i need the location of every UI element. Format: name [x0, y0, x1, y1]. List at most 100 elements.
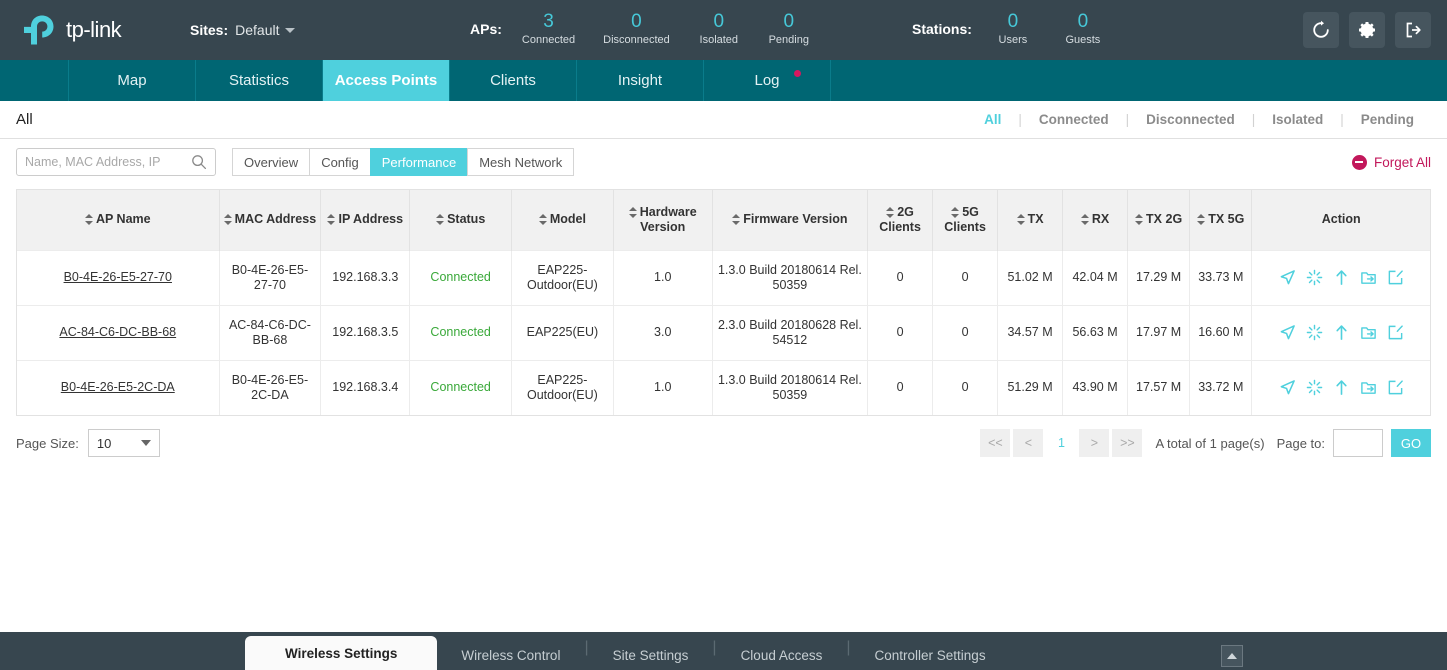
locate-icon[interactable]	[1279, 379, 1296, 396]
page-number-1[interactable]: 1	[1046, 429, 1077, 457]
search-input[interactable]	[25, 155, 191, 169]
search-icon[interactable]	[191, 154, 207, 170]
nav-tab-access-points[interactable]: Access Points	[323, 60, 450, 101]
col-label: TX 2G	[1146, 212, 1183, 227]
forget-all-button[interactable]: Forget All	[1351, 154, 1431, 170]
sort-icon	[84, 214, 93, 226]
tp-link-logo: tp-link	[22, 13, 162, 47]
locate-icon[interactable]	[1279, 269, 1296, 286]
page-go-button[interactable]: GO	[1391, 429, 1431, 457]
locate-icon[interactable]	[1279, 324, 1296, 341]
reboot-icon[interactable]	[1306, 379, 1323, 396]
nav-tab-insight[interactable]: Insight	[577, 60, 704, 101]
page-next-button[interactable]: >	[1079, 429, 1110, 457]
table-row: B0-4E-26-E5-27-70 B0-4E-26-E5-27-70 192.…	[17, 249, 1430, 305]
cell-hw-version: 3.0	[613, 304, 713, 360]
settings-button[interactable]	[1349, 12, 1385, 48]
tp-link-logo-text: tp-link	[66, 17, 122, 42]
sites-label: Sites:	[190, 22, 229, 38]
sort-icon	[538, 214, 547, 226]
bottom-tab-wireless-settings[interactable]: Wireless Settings	[245, 636, 438, 670]
upgrade-icon[interactable]	[1333, 379, 1350, 396]
stat-stations-users[interactable]: 0 Users	[978, 11, 1048, 47]
site-selector[interactable]: Sites: Default	[190, 22, 296, 38]
move-icon[interactable]	[1360, 379, 1377, 396]
col-status[interactable]: Status	[409, 190, 513, 250]
pagination-bar: Page Size: 10 << < 1 > >> A total of 1 p…	[16, 428, 1431, 458]
nav-tab-map[interactable]: Map	[69, 60, 196, 101]
ap-name-link[interactable]: B0-4E-26-E5-27-70	[64, 270, 172, 284]
seg-mesh-network[interactable]: Mesh Network	[467, 148, 575, 176]
expand-panel-button[interactable]	[1221, 645, 1243, 667]
seg-config[interactable]: Config	[309, 148, 370, 176]
logout-button[interactable]	[1395, 12, 1431, 48]
page-to-input[interactable]	[1333, 429, 1383, 457]
col-tx-5g[interactable]: TX 5G	[1189, 190, 1253, 250]
col-hardware-version[interactable]: Hardware Version	[613, 190, 713, 250]
filter-link-connected[interactable]: Connected	[1022, 112, 1126, 127]
filter-link-all[interactable]: All	[967, 112, 1018, 127]
col-tx-2g[interactable]: TX 2G	[1127, 190, 1191, 250]
sort-icon	[436, 214, 445, 226]
cell-tx: 51.02 M	[997, 249, 1064, 305]
chevron-down-icon	[285, 27, 296, 33]
cell-action	[1251, 304, 1430, 360]
seg-performance[interactable]: Performance	[369, 148, 468, 176]
filter-link-isolated[interactable]: Isolated	[1255, 112, 1340, 127]
search-box[interactable]	[16, 148, 216, 176]
stat-caption: Connected	[521, 34, 576, 46]
col-label: TX	[1027, 212, 1044, 227]
cell-2g-clients: 0	[867, 359, 934, 415]
page-size-select[interactable]: 10	[87, 429, 160, 457]
move-icon[interactable]	[1360, 269, 1377, 286]
cell-5g-clients: 0	[932, 304, 999, 360]
edit-icon[interactable]	[1387, 324, 1404, 341]
upgrade-icon[interactable]	[1333, 269, 1350, 286]
page-first-button[interactable]: <<	[980, 429, 1011, 457]
col-5g-clients[interactable]: 5G Clients	[932, 190, 999, 250]
sort-icon	[1135, 214, 1144, 226]
col-ip-address[interactable]: IP Address	[320, 190, 411, 250]
col-firmware-version[interactable]: Firmware Version	[712, 190, 869, 250]
nav-tab-log[interactable]: Log	[704, 60, 831, 101]
bottom-tab-site-settings[interactable]: Site Settings	[589, 640, 713, 670]
stat-stations-guests[interactable]: 0 Guests	[1048, 11, 1118, 47]
filter-link-disconnected[interactable]: Disconnected	[1129, 112, 1252, 127]
gear-icon	[1359, 22, 1375, 38]
reboot-icon[interactable]	[1306, 269, 1323, 286]
move-icon[interactable]	[1360, 324, 1377, 341]
cell-action	[1251, 359, 1430, 415]
page-last-button[interactable]: >>	[1112, 429, 1143, 457]
ap-name-link[interactable]: AC-84-C6-DC-BB-68	[59, 325, 176, 339]
edit-icon[interactable]	[1387, 269, 1404, 286]
nav-tab-clients[interactable]: Clients	[450, 60, 577, 101]
stat-aps-disconnected[interactable]: 0 Disconnected	[589, 11, 684, 47]
seg-overview[interactable]: Overview	[232, 148, 310, 176]
filter-link-pending[interactable]: Pending	[1344, 112, 1431, 127]
bottom-tab-wireless-control[interactable]: Wireless Control	[437, 640, 584, 670]
col-ap-name[interactable]: AP Name	[17, 190, 220, 250]
upgrade-icon[interactable]	[1333, 324, 1350, 341]
access-points-table-wrapper: AP Name MAC Address IP Address Status Mo…	[16, 189, 1431, 416]
col-model[interactable]: Model	[511, 190, 614, 250]
edit-icon[interactable]	[1387, 379, 1404, 396]
col-2g-clients[interactable]: 2G Clients	[867, 190, 934, 250]
col-mac-address[interactable]: MAC Address	[219, 190, 322, 250]
bottom-tab-cloud-access[interactable]: Cloud Access	[717, 640, 847, 670]
stat-aps-pending[interactable]: 0 Pending	[754, 11, 824, 47]
stat-aps-isolated[interactable]: 0 Isolated	[684, 11, 754, 47]
col-label: Status	[447, 212, 486, 227]
ap-name-link[interactable]: B0-4E-26-E5-2C-DA	[61, 380, 175, 394]
col-rx[interactable]: RX	[1062, 190, 1129, 250]
bottom-tab-controller-settings[interactable]: Controller Settings	[851, 640, 1010, 670]
page-prev-button[interactable]: <	[1013, 429, 1044, 457]
nav-tab-statistics[interactable]: Statistics	[196, 60, 323, 101]
cell-ip: 192.168.3.4	[320, 359, 411, 415]
stat-aps-connected[interactable]: 3 Connected	[508, 11, 589, 47]
reboot-icon[interactable]	[1306, 324, 1323, 341]
page-size-label: Page Size:	[16, 435, 79, 451]
col-tx[interactable]: TX	[997, 190, 1064, 250]
refresh-button[interactable]	[1303, 12, 1339, 48]
cell-model: EAP225-Outdoor(EU)	[511, 249, 614, 305]
col-label: Firmware Version	[743, 212, 848, 227]
